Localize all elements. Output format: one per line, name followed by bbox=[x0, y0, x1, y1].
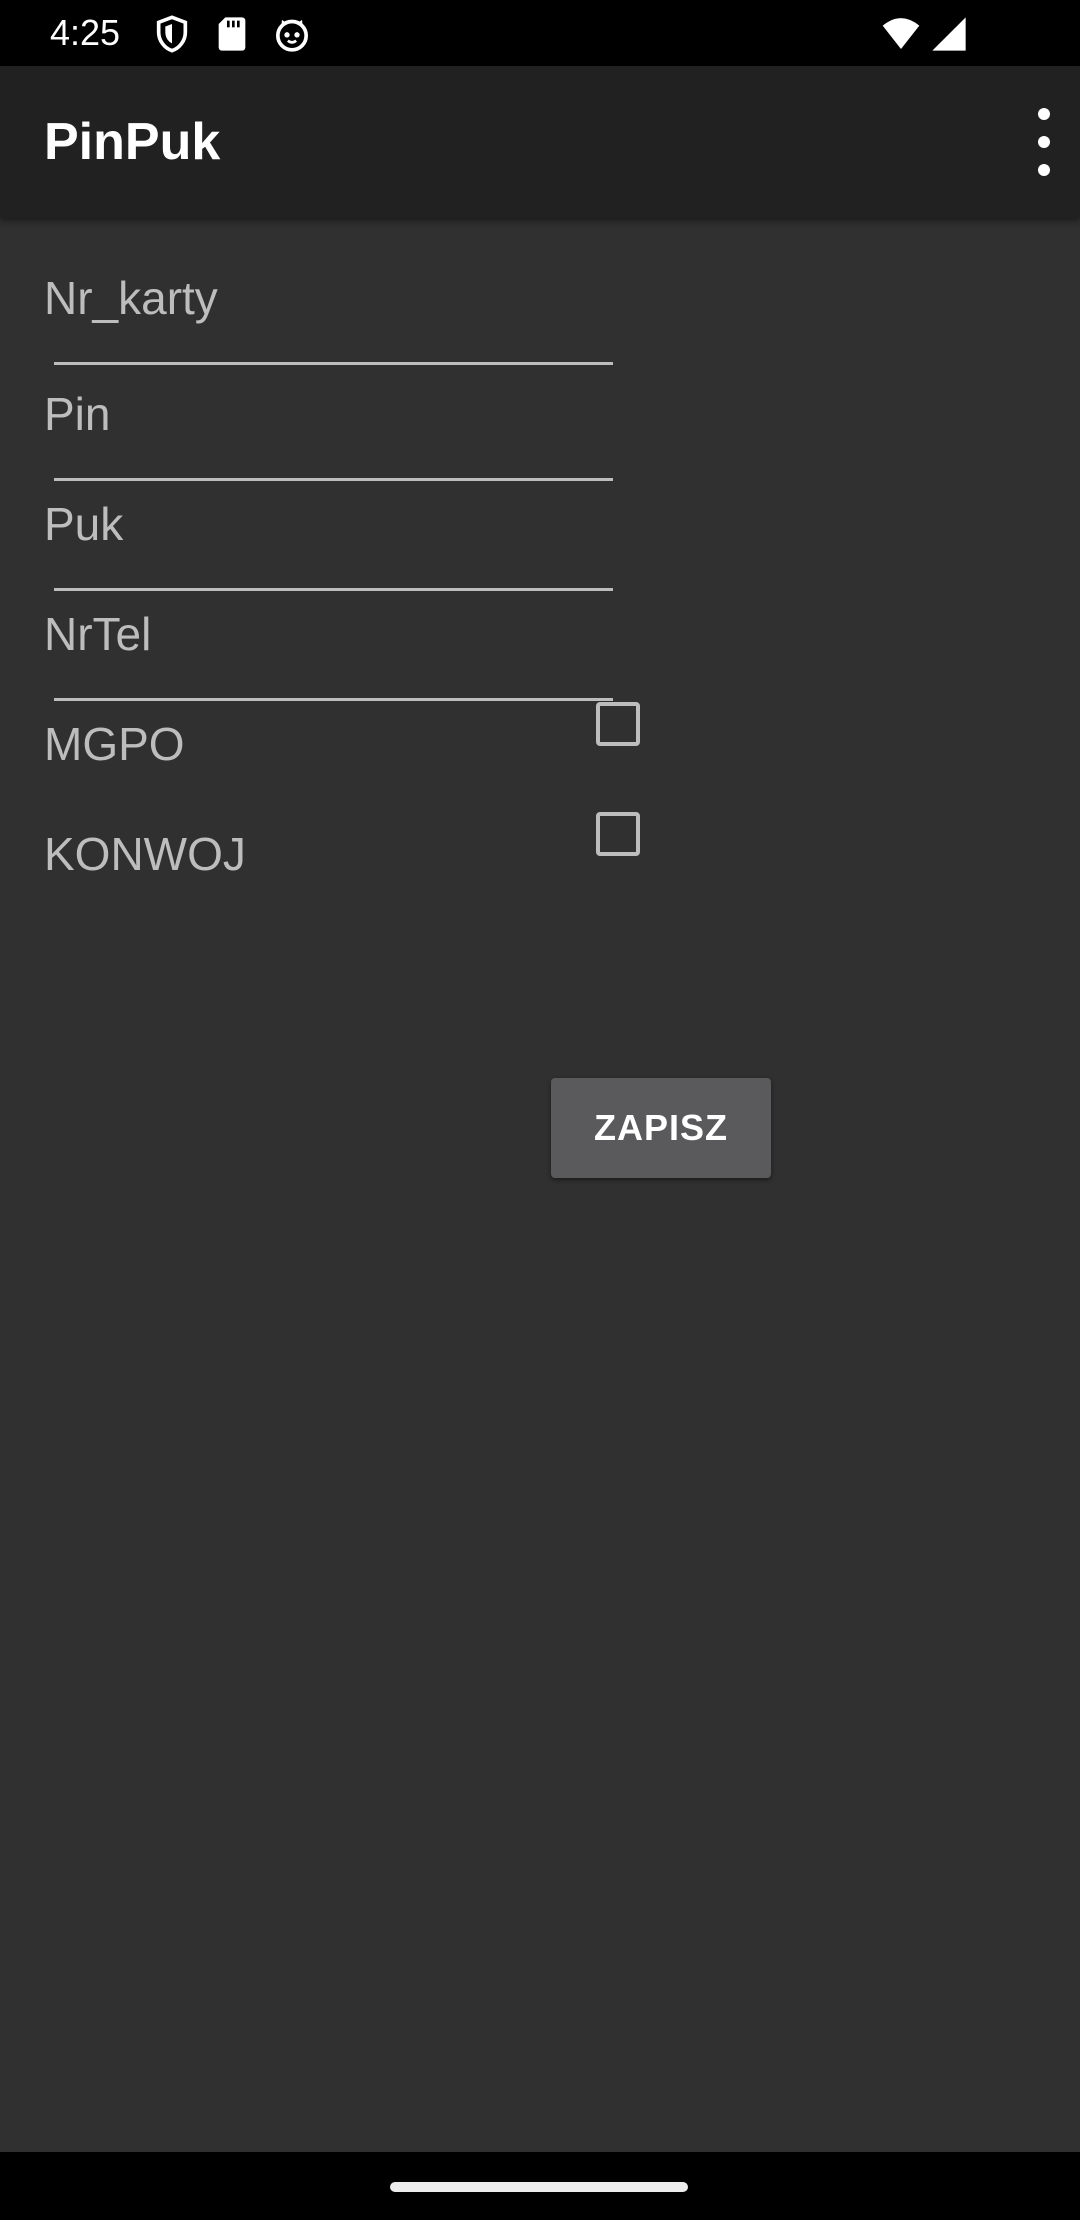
wifi-icon bbox=[880, 14, 922, 54]
signal-icon bbox=[928, 14, 970, 54]
status-time: 4:25 bbox=[50, 12, 121, 53]
phone-number-underline bbox=[54, 698, 613, 701]
konwoj-checkbox[interactable] bbox=[596, 812, 640, 856]
navigation-bar bbox=[0, 2152, 1080, 2220]
sd-card-icon bbox=[212, 14, 252, 54]
phone-number-placeholder: NrTel bbox=[44, 608, 152, 660]
konwoj-label: KONWOJ bbox=[44, 828, 246, 880]
screen: 4:25 PinPuk Nr_karty Pin Puk NrTel MGPO … bbox=[0, 0, 1080, 2220]
card-number-underline bbox=[54, 362, 613, 365]
form-content: Nr_karty Pin Puk NrTel MGPO KONWOJ ZAPIS… bbox=[0, 218, 1080, 2152]
cat-face-icon bbox=[272, 14, 312, 54]
shield-icon bbox=[152, 14, 192, 54]
more-vert-icon bbox=[1038, 108, 1050, 176]
home-gesture-handle[interactable] bbox=[390, 2182, 688, 2192]
app-bar: PinPuk bbox=[0, 66, 1080, 218]
card-number-placeholder: Nr_karty bbox=[44, 272, 218, 324]
mgpo-checkbox[interactable] bbox=[596, 702, 640, 746]
app-title: PinPuk bbox=[44, 113, 221, 171]
pin-placeholder: Pin bbox=[44, 388, 111, 440]
puk-placeholder: Puk bbox=[44, 498, 124, 550]
status-bar: 4:25 bbox=[0, 0, 1080, 66]
mgpo-label: MGPO bbox=[44, 718, 185, 770]
pin-underline bbox=[54, 478, 613, 481]
more-options-button[interactable] bbox=[984, 94, 1080, 190]
save-button[interactable]: ZAPISZ bbox=[551, 1078, 771, 1178]
puk-underline bbox=[54, 588, 613, 591]
